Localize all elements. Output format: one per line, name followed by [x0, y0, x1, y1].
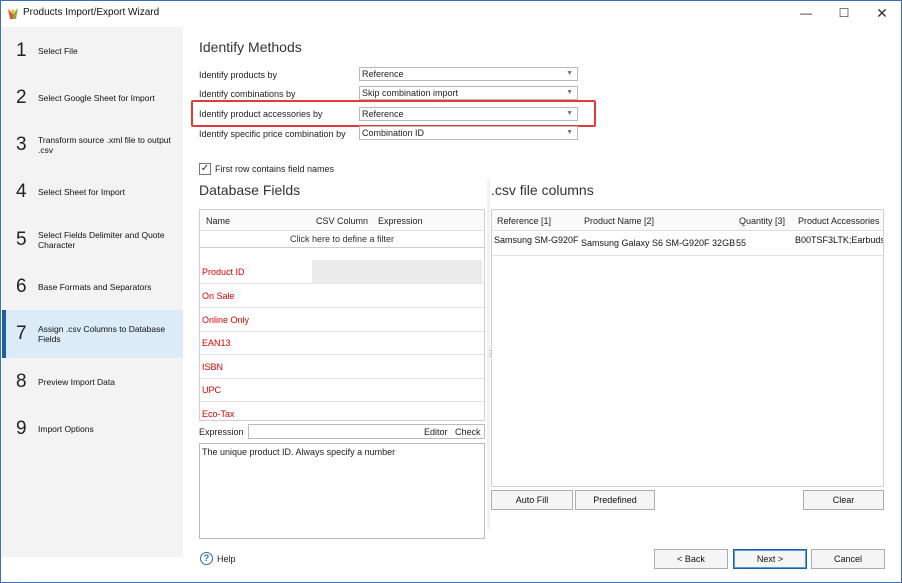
help-icon[interactable]: ?	[200, 552, 213, 565]
close-button[interactable]: ✕	[867, 3, 897, 23]
step-preview[interactable]: 8 Preview Import Data	[2, 358, 183, 406]
field-name: Product ID	[202, 267, 245, 277]
predefined-button[interactable]: Predefined	[575, 490, 655, 510]
table-row[interactable]: Samsung SM-G920F Samsung Galaxy S6 SM-G9…	[492, 231, 883, 256]
auto-fill-button[interactable]: Auto Fill	[491, 490, 573, 510]
chevron-down-icon: ▼	[566, 70, 573, 77]
step-label: Preview Import Data	[38, 377, 115, 387]
highlight-box	[191, 100, 596, 127]
identify-combinations-select[interactable]: Skip combination import ▼	[359, 86, 578, 100]
grid-header: Reference [1] Product Name [2] Quantity …	[492, 210, 883, 231]
check-link[interactable]: Check	[455, 427, 481, 437]
table-row[interactable]: EAN13	[200, 331, 484, 355]
column-header-expression[interactable]: Expression	[378, 216, 423, 226]
select-value: Combination ID	[362, 128, 425, 138]
column-header-csv-column[interactable]: CSV Column	[316, 216, 368, 226]
step-assign-columns[interactable]: 7 Assign .csv Columns to Database Fields	[2, 310, 183, 358]
chevron-down-icon: ▼	[566, 89, 573, 96]
title-bar: Products Import/Export Wizard — ☐ ✕	[1, 1, 901, 25]
identify-specific-price-select[interactable]: Combination ID ▼	[359, 126, 578, 140]
wizard-steps-sidebar: 1 Select File 2 Select Google Sheet for …	[2, 27, 183, 557]
app-logo-icon	[8, 8, 18, 19]
field-name: Online Only	[202, 315, 250, 325]
step-number: 7	[16, 323, 27, 344]
expression-label: Expression	[199, 427, 244, 437]
step-number: 6	[16, 276, 27, 297]
identify-products-label: Identify products by	[199, 70, 278, 80]
step-select-google-sheet[interactable]: 2 Select Google Sheet for Import	[2, 74, 183, 122]
identify-combinations-label: Identify combinations by	[199, 89, 296, 99]
column-header-quantity[interactable]: Quantity [3]	[739, 216, 785, 226]
step-label: Select Sheet for Import	[38, 187, 125, 197]
database-fields-heading: Database Fields	[199, 182, 301, 198]
window-title: Products Import/Export Wizard	[23, 7, 160, 18]
step-label: Import Options	[38, 424, 94, 434]
step-delimiter[interactable]: 5 Select Fields Delimiter and Quote Char…	[2, 216, 183, 264]
database-fields-grid: Name CSV Column Expression Click here to…	[199, 209, 485, 421]
step-number: 9	[16, 418, 27, 439]
step-import-options[interactable]: 9 Import Options	[2, 405, 183, 453]
step-number: 4	[16, 181, 27, 202]
step-select-file[interactable]: 1 Select File	[2, 27, 183, 75]
column-header-product-name[interactable]: Product Name [2]	[584, 216, 654, 226]
step-label: Select Google Sheet for Import	[38, 93, 155, 103]
field-name: UPC	[202, 385, 222, 395]
step-label: Base Formats and Separators	[38, 282, 152, 292]
editor-link[interactable]: Editor	[424, 427, 448, 437]
maximize-button[interactable]: ☐	[829, 3, 859, 23]
step-transform-xml[interactable]: 3 Transform source .xml file to output .…	[2, 121, 183, 169]
help-link[interactable]: Help	[217, 554, 236, 564]
first-row-checkbox[interactable]: ✓	[199, 163, 211, 175]
column-header-product-accessories[interactable]: Product Accessories	[798, 216, 880, 226]
expression-input[interactable]: Editor Check	[248, 424, 485, 439]
select-value: Reference	[362, 69, 404, 79]
field-name: ISBN	[202, 362, 224, 372]
table-cell: 55	[736, 238, 747, 248]
table-row[interactable]: ISBN	[200, 355, 484, 379]
table-cell: Samsung SM-G920F	[494, 235, 579, 245]
filter-row[interactable]: Click here to define a filter	[200, 231, 484, 248]
field-name: Eco-Tax	[202, 409, 235, 419]
step-number: 5	[16, 229, 27, 250]
step-number: 3	[16, 134, 27, 155]
csv-columns-heading: .csv file columns	[491, 182, 594, 198]
field-name: EAN13	[202, 338, 231, 348]
step-base-formats[interactable]: 6 Base Formats and Separators	[2, 263, 183, 311]
table-cell: Samsung Galaxy S6 SM-G920F 32GB	[581, 238, 736, 248]
select-value: Skip combination import	[362, 88, 459, 98]
step-label: Assign .csv Columns to Database Fields	[38, 324, 166, 344]
table-row[interactable]: Online Only	[200, 308, 484, 332]
step-label: Transform source .xml file to output .cs…	[38, 135, 171, 155]
table-row[interactable]: On Sale	[200, 284, 484, 308]
cancel-button[interactable]: Cancel	[811, 549, 885, 569]
identify-methods-heading: Identify Methods	[199, 39, 302, 55]
csv-column-cell[interactable]	[312, 260, 482, 283]
table-row[interactable]: Product ID	[200, 260, 484, 284]
step-label: Select Fields Delimiter and Quote Charac…	[38, 230, 165, 250]
minimize-button[interactable]: —	[791, 3, 821, 23]
field-description: The unique product ID. Always specify a …	[199, 443, 485, 539]
step-number: 8	[16, 371, 27, 392]
csv-columns-grid: Reference [1] Product Name [2] Quantity …	[491, 209, 884, 487]
column-header-name[interactable]: Name	[206, 216, 230, 226]
step-select-sheet[interactable]: 4 Select Sheet for Import	[2, 168, 183, 216]
step-label: Select File	[38, 46, 78, 56]
clear-button[interactable]: Clear	[803, 490, 884, 510]
table-row[interactable]: UPC	[200, 378, 484, 402]
step-number: 1	[16, 40, 27, 61]
step-number: 2	[16, 87, 27, 108]
table-row[interactable]: Eco-Tax	[200, 402, 484, 421]
grid-header: Name CSV Column Expression	[200, 210, 484, 231]
identify-products-select[interactable]: Reference ▼	[359, 67, 578, 81]
table-cell: B00TSF3LTK;Earbuds_	[795, 235, 884, 245]
field-name: On Sale	[202, 291, 235, 301]
chevron-down-icon: ▼	[566, 129, 573, 136]
first-row-checkbox-label: First row contains field names	[215, 164, 335, 174]
next-button[interactable]: Next >	[733, 549, 807, 569]
column-header-reference[interactable]: Reference [1]	[497, 216, 551, 226]
identify-specific-price-label: Identify specific price combination by	[199, 129, 346, 139]
back-button[interactable]: < Back	[654, 549, 728, 569]
wizard-window: Products Import/Export Wizard — ☐ ✕ 1 Se…	[0, 0, 902, 583]
